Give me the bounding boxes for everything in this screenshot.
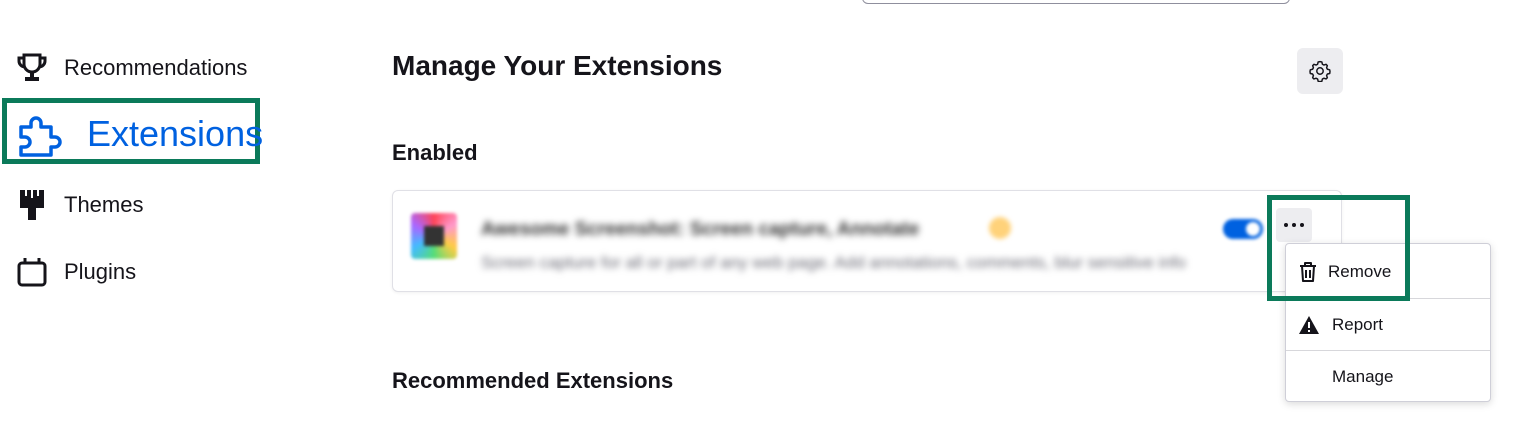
ellipsis-icon bbox=[1292, 223, 1296, 227]
sidebar-item-themes[interactable]: Themes bbox=[16, 188, 143, 222]
gear-icon bbox=[1309, 60, 1331, 82]
menu-item-remove[interactable]: Remove bbox=[1286, 246, 1490, 298]
menu-item-label: Remove bbox=[1328, 262, 1392, 281]
extension-description: Screen capture for all or part of any we… bbox=[481, 253, 1186, 272]
menu-item-report[interactable]: Report bbox=[1286, 299, 1490, 351]
paintbrush-icon bbox=[20, 190, 44, 220]
trophy-icon bbox=[17, 53, 47, 81]
extension-enable-toggle[interactable] bbox=[1223, 219, 1263, 239]
menu-item-manage[interactable]: Manage bbox=[1286, 351, 1490, 403]
menu-item-label: Manage bbox=[1332, 367, 1394, 386]
sidebar-item-label: Extensions bbox=[87, 113, 264, 154]
extension-card[interactable]: Awesome Screenshot: Screen capture, Anno… bbox=[392, 190, 1342, 292]
sidebar-item-extensions[interactable]: Extensions bbox=[2, 98, 264, 164]
plugin-icon bbox=[17, 258, 47, 287]
ellipsis-icon bbox=[1284, 223, 1288, 227]
puzzle-icon bbox=[19, 116, 62, 157]
sidebar-item-plugins[interactable]: Plugins bbox=[16, 256, 136, 288]
enabled-heading: Enabled bbox=[392, 140, 478, 165]
extension-options-menu: Remove Report Manage bbox=[1285, 243, 1491, 402]
extension-icon bbox=[411, 213, 457, 259]
sidebar-item-label: Themes bbox=[64, 192, 144, 217]
warning-icon bbox=[1299, 316, 1319, 334]
sidebar-item-recommendations[interactable]: Recommendations bbox=[16, 52, 247, 84]
recommended-extensions-heading: Recommended Extensions bbox=[392, 368, 674, 393]
search-input[interactable] bbox=[862, 0, 1290, 4]
page-title: Manage Your Extensions bbox=[392, 50, 723, 81]
settings-button[interactable] bbox=[1297, 48, 1343, 94]
sidebar-item-label: Plugins bbox=[64, 259, 137, 284]
ellipsis-icon bbox=[1300, 223, 1304, 227]
extension-name[interactable]: Awesome Screenshot: Screen capture, Anno… bbox=[481, 219, 919, 241]
more-options-button[interactable] bbox=[1276, 208, 1312, 242]
trash-icon bbox=[1300, 262, 1316, 282]
menu-item-label: Report bbox=[1332, 315, 1384, 334]
recommended-badge-icon bbox=[989, 217, 1011, 239]
sidebar-item-label: Recommendations bbox=[64, 55, 248, 80]
